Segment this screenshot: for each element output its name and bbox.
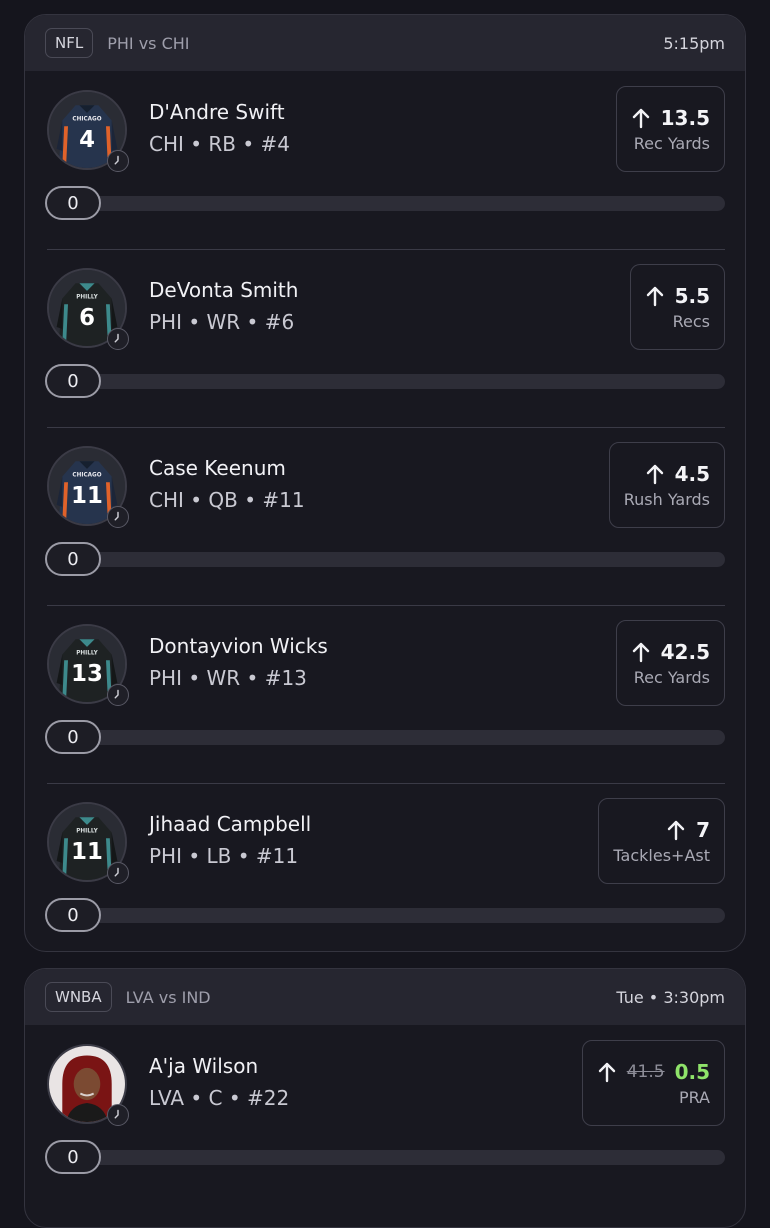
svg-text:6: 6 <box>79 305 95 331</box>
game-header: WNBA LVA vs IND Tue • 3:30pm <box>25 969 745 1025</box>
matchup-label: LVA vs IND <box>125 987 211 1007</box>
player-name: Dontayvion Wicks <box>149 634 328 658</box>
line-button[interactable]: 7 Tackles+Ast <box>598 798 725 884</box>
progress-track <box>51 1150 725 1165</box>
pick-row[interactable]: CHICAGO 4 D'Andre Swift CHI • RB • #4 13… <box>25 72 745 250</box>
progress-track <box>51 552 725 567</box>
arrow-up-icon <box>598 1062 615 1082</box>
player-name: A'ja Wilson <box>149 1054 259 1078</box>
game-header: NFL PHI vs CHI 5:15pm <box>25 15 745 71</box>
line-button[interactable]: 13.5 Rec Yards <box>615 86 725 172</box>
arrow-up-icon <box>646 286 663 306</box>
arrow-up-icon <box>667 820 685 840</box>
progress-value: 0 <box>45 898 101 932</box>
progress-value: 0 <box>45 720 101 754</box>
clock-icon <box>107 1104 129 1126</box>
player-name: Jihaad Campbell <box>149 812 312 836</box>
stat-label: Rec Yards <box>633 667 710 687</box>
line-value: 42.5 <box>660 639 710 664</box>
progress-value: 0 <box>45 1140 101 1174</box>
player-meta: CHI • RB • #4 <box>149 132 291 156</box>
player-meta: PHI • LB • #11 <box>149 844 299 868</box>
arrow-up-icon <box>632 642 649 662</box>
player-meta: CHI • QB • #11 <box>149 488 305 512</box>
stat-label: Rec Yards <box>633 133 710 153</box>
league-badge: WNBA <box>45 982 112 1012</box>
line-value: 5.5 <box>674 283 710 308</box>
stat-label: Tackles+Ast <box>613 845 710 865</box>
svg-text:4: 4 <box>79 127 95 153</box>
game-time: Tue • 3:30pm <box>616 987 725 1007</box>
svg-text:CHICAGO: CHICAGO <box>72 117 101 123</box>
stat-label: Recs <box>672 311 710 331</box>
league-badge: NFL <box>45 28 94 58</box>
svg-text:PHILLY: PHILLY <box>76 829 98 835</box>
player-name: D'Andre Swift <box>149 100 285 124</box>
svg-text:11: 11 <box>71 483 103 509</box>
original-line-value: 41.5 <box>626 1061 665 1082</box>
line-value: 4.5 <box>674 461 710 486</box>
line-button[interactable]: 41.5 0.5 PRA <box>581 1040 725 1126</box>
pick-row[interactable]: PHILLY 13 Dontayvion Wicks PHI • WR • #1… <box>25 606 745 784</box>
player-meta: PHI • WR • #6 <box>149 310 295 334</box>
pick-row[interactable]: PHILLY 6 DeVonta Smith PHI • WR • #6 5.5… <box>25 250 745 428</box>
player-name: Case Keenum <box>149 456 286 480</box>
clock-icon <box>107 862 129 884</box>
svg-text:PHILLY: PHILLY <box>76 651 98 657</box>
svg-text:PHILLY: PHILLY <box>76 295 98 301</box>
svg-text:11: 11 <box>71 839 103 865</box>
clock-icon <box>107 506 129 528</box>
game-time: 5:15pm <box>663 33 725 53</box>
player-meta: PHI • WR • #13 <box>149 666 307 690</box>
game-card-nfl: NFL PHI vs CHI 5:15pm CHICAGO 4 D'Andre … <box>24 14 746 952</box>
svg-text:CHICAGO: CHICAGO <box>72 473 101 479</box>
arrow-up-icon <box>632 108 649 128</box>
pick-row[interactable]: CHICAGO 11 Case Keenum CHI • QB • #11 4.… <box>25 428 745 606</box>
line-button[interactable]: 5.5 Recs <box>629 264 725 350</box>
game-card-wnba: WNBA LVA vs IND Tue • 3:30pm A'ja Wilson… <box>24 968 746 1228</box>
progress-track <box>51 196 725 211</box>
arrow-up-icon <box>646 464 663 484</box>
progress-track <box>51 374 725 389</box>
progress-value: 0 <box>45 364 101 398</box>
clock-icon <box>107 328 129 350</box>
matchup-label: PHI vs CHI <box>107 33 190 53</box>
line-button[interactable]: 42.5 Rec Yards <box>615 620 725 706</box>
pick-row[interactable]: PHILLY 11 Jihaad Campbell PHI • LB • #11… <box>25 784 745 951</box>
line-button[interactable]: 4.5 Rush Yards <box>608 442 725 528</box>
player-name: DeVonta Smith <box>149 278 299 302</box>
clock-icon <box>107 150 129 172</box>
progress-value: 0 <box>45 542 101 576</box>
pick-row[interactable]: A'ja Wilson LVA • C • #22 41.5 0.5 PRA 0 <box>25 1026 745 1204</box>
stat-label: PRA <box>678 1087 710 1107</box>
progress-track <box>51 908 725 923</box>
svg-text:13: 13 <box>71 661 103 687</box>
clock-icon <box>107 684 129 706</box>
line-value: 7 <box>696 817 710 842</box>
progress-value: 0 <box>45 186 101 220</box>
stat-label: Rush Yards <box>623 489 710 509</box>
boosted-line-value: 0.5 <box>674 1059 710 1084</box>
line-value: 13.5 <box>660 105 710 130</box>
progress-track <box>51 730 725 745</box>
player-meta: LVA • C • #22 <box>149 1086 290 1110</box>
